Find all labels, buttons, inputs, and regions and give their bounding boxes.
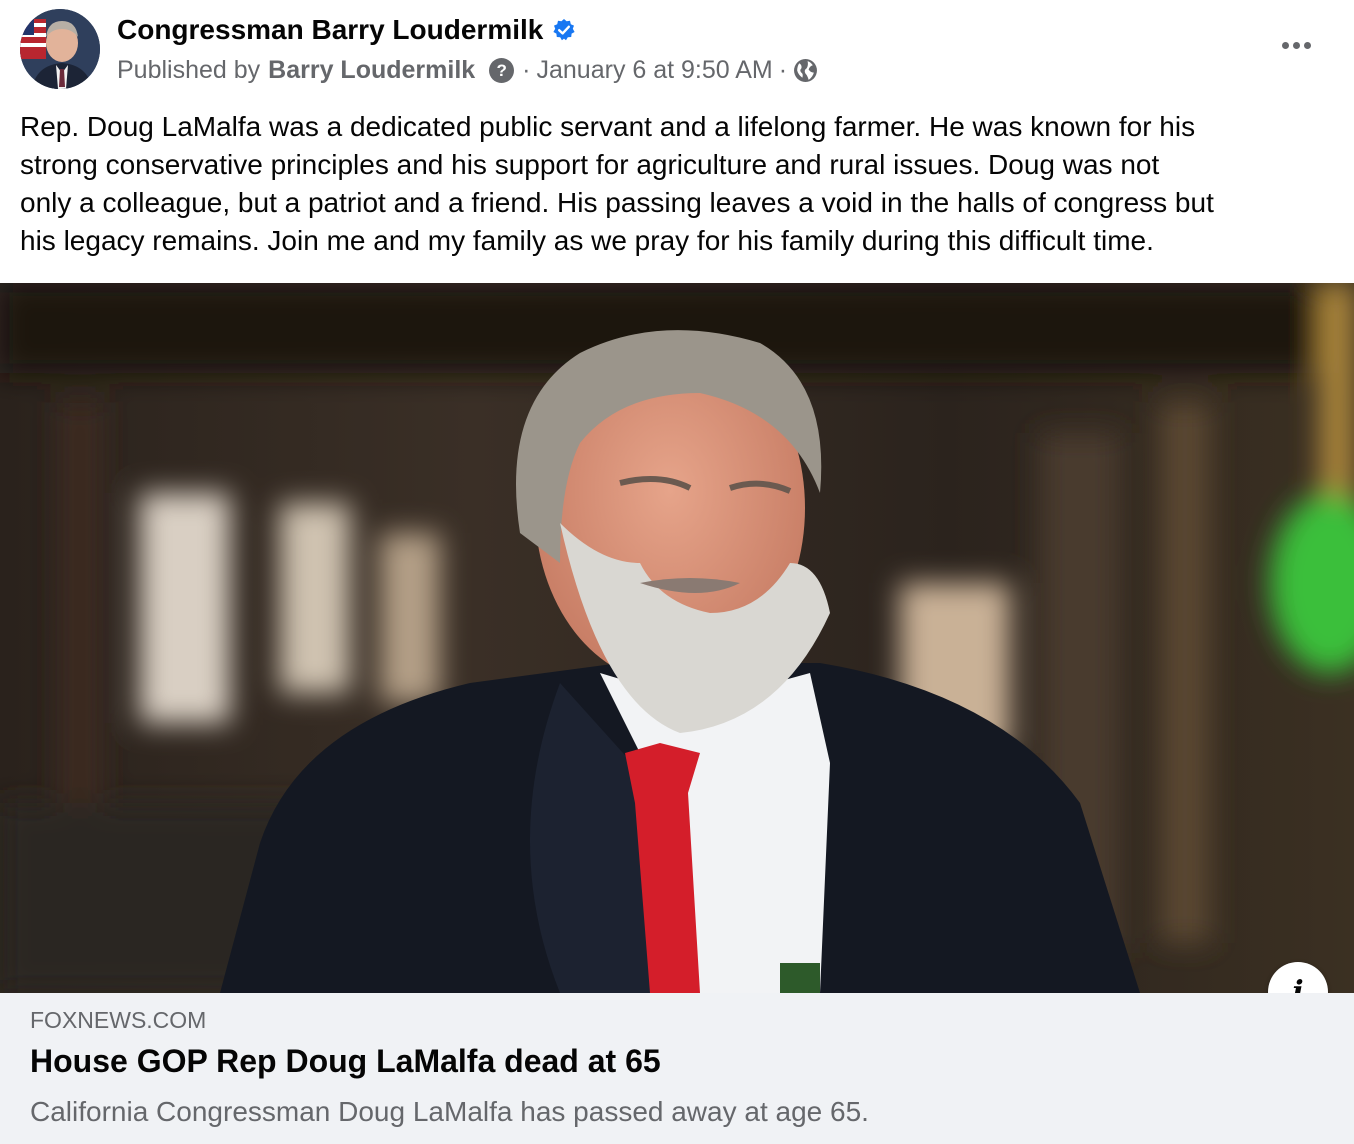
post-text-line: only a colleague, but a patriot and a fr… <box>20 187 1214 218</box>
page-name-link[interactable]: Congressman Barry Loudermilk <box>117 14 576 46</box>
post-text: Rep. Doug LaMalfa was a dedicated public… <box>20 108 1340 260</box>
ellipsis-icon <box>1292 41 1300 49</box>
ellipsis-icon <box>1281 41 1289 49</box>
post-text-line: Rep. Doug LaMalfa was a dedicated public… <box>20 111 1196 142</box>
post-text-line: his legacy remains. Join me and my famil… <box>20 225 1154 256</box>
link-preview-image[interactable] <box>0 283 1354 993</box>
ellipsis-icon <box>1303 41 1311 49</box>
meta-separator: · <box>522 56 531 84</box>
avatar-photo <box>20 9 100 89</box>
avatar[interactable] <box>20 9 100 89</box>
link-description: California Congressman Doug LaMalfa has … <box>30 1096 869 1127</box>
page-name[interactable]: Congressman Barry Loudermilk <box>117 14 543 46</box>
post-header: Congressman Barry Loudermilk Published b… <box>0 0 1354 100</box>
published-by-prefix: Published by <box>117 56 261 84</box>
post-text-line: strong conservative principles and his s… <box>20 149 1160 180</box>
globe-icon[interactable] <box>793 58 818 83</box>
post-meta: Published by Barry Loudermilk ? · Januar… <box>117 56 818 85</box>
article-photo <box>0 283 1354 993</box>
verified-badge-icon <box>553 19 575 41</box>
meta-separator: · <box>778 56 788 84</box>
help-icon[interactable]: ? <box>489 58 515 83</box>
timestamp-link[interactable]: January 6 at 9:50 AM <box>537 56 773 85</box>
link-headline[interactable]: House GOP Rep Doug LaMalfa dead at 65 <box>30 1043 661 1080</box>
link-domain: FOXNEWS.COM <box>30 1007 207 1033</box>
link-preview-card[interactable]: FOXNEWS.COM House GOP Rep Doug LaMalfa d… <box>0 993 1354 1144</box>
publisher-name[interactable]: Barry Loudermilk <box>268 56 475 85</box>
more-options-button[interactable] <box>1272 28 1320 62</box>
